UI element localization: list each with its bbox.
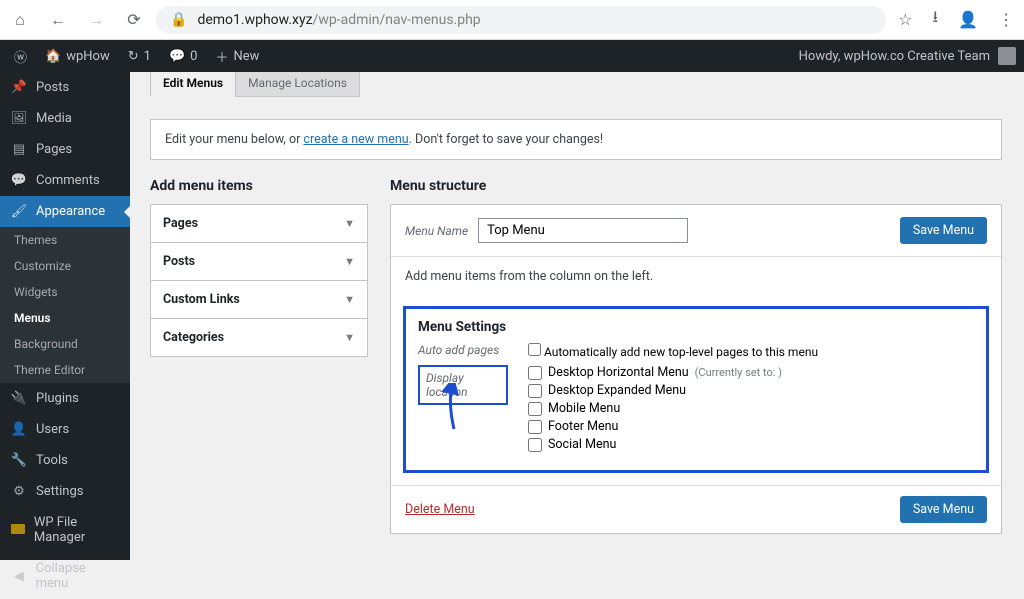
collapse-icon: ◀ bbox=[10, 569, 28, 584]
menu-settings-heading: Menu Settings bbox=[418, 319, 974, 335]
loc-desktop-horizontal[interactable]: Desktop Horizontal Menu (Currently set t… bbox=[528, 365, 782, 380]
url-host: demo1.wphow.xyz bbox=[197, 12, 312, 28]
chevron-down-icon: ▼ bbox=[344, 331, 355, 344]
sub-item-themeeditor[interactable]: Theme Editor bbox=[0, 357, 130, 383]
updates-icon[interactable]: ↻ 1 bbox=[122, 40, 157, 72]
loc-mobile[interactable]: Mobile Menu bbox=[528, 401, 782, 416]
user-icon: 👤 bbox=[10, 422, 28, 437]
delete-menu-link[interactable]: Delete Menu bbox=[405, 502, 475, 517]
loc-desktop-expanded[interactable]: Desktop Expanded Menu bbox=[528, 383, 782, 398]
comments-icon[interactable]: 💬 0 bbox=[163, 40, 204, 72]
comment-icon: 💬 bbox=[10, 173, 28, 188]
url-path: /wp-admin/nav-menus.php bbox=[313, 12, 481, 28]
new-link[interactable]: ＋ New bbox=[209, 40, 265, 72]
sidebar-item-wpfile[interactable]: WP File Manager bbox=[0, 507, 130, 553]
sliders-icon: ⚙ bbox=[10, 484, 28, 499]
avatar[interactable] bbox=[998, 47, 1016, 65]
menu-edit-frame: Menu Name Save Menu Add menu items from … bbox=[390, 204, 1002, 534]
wp-admin-sidebar: 📌Posts 🖼Media ▤Pages 💬Comments 🖌Appearan… bbox=[0, 72, 130, 560]
menu-body-hint: Add menu items from the column on the le… bbox=[391, 257, 1001, 302]
tab-edit-menus[interactable]: Edit Menus bbox=[150, 72, 236, 97]
reload-icon[interactable]: ⟳ bbox=[124, 10, 144, 30]
structure-heading: Menu structure bbox=[390, 178, 1002, 194]
back-icon[interactable]: ← bbox=[48, 10, 68, 30]
create-menu-link[interactable]: create a new menu bbox=[303, 132, 408, 147]
sub-item-widgets[interactable]: Widgets bbox=[0, 279, 130, 305]
site-link[interactable]: 🏠 wpHow bbox=[39, 40, 116, 72]
browser-toolbar: ⌂ ← → ⟳ 🔒 demo1.wphow.xyz/wp-admin/nav-m… bbox=[0, 0, 1024, 40]
chevron-down-icon: ▼ bbox=[344, 217, 355, 230]
appearance-submenu: Themes Customize Widgets Menus Backgroun… bbox=[0, 227, 130, 383]
add-items-heading: Add menu items bbox=[150, 178, 368, 194]
wp-content: Edit Menus Manage Locations Edit your me… bbox=[130, 72, 1024, 560]
auto-add-checkbox[interactable] bbox=[528, 343, 541, 356]
menu-footer: Delete Menu Save Menu bbox=[391, 485, 1001, 533]
menu-settings-highlight: Menu Settings Auto add pages Automatical… bbox=[403, 306, 989, 473]
profile-icon[interactable]: 👤 bbox=[958, 10, 978, 29]
menu-name-input[interactable] bbox=[478, 218, 688, 243]
wp-logo-icon[interactable]: ⓦ bbox=[8, 40, 33, 72]
sub-item-themes[interactable]: Themes bbox=[0, 227, 130, 253]
save-menu-button-bottom[interactable]: Save Menu bbox=[900, 496, 987, 523]
sub-item-background[interactable]: Background bbox=[0, 331, 130, 357]
auto-add-label: Auto add pages bbox=[418, 343, 508, 357]
menu-header: Menu Name Save Menu bbox=[391, 205, 1001, 257]
download-icon[interactable]: ⭳ bbox=[932, 6, 938, 33]
loc-social[interactable]: Social Menu bbox=[528, 437, 782, 452]
menu-structure-col: Menu structure Menu Name Save Menu Add m… bbox=[390, 178, 1002, 534]
sidebar-item-comments[interactable]: 💬Comments bbox=[0, 165, 130, 196]
add-items-accordion: Pages▼ Posts▼ Custom Links▼ Categories▼ bbox=[150, 204, 368, 357]
sidebar-item-pages[interactable]: ▤Pages bbox=[0, 134, 130, 165]
acc-pages[interactable]: Pages▼ bbox=[151, 205, 367, 243]
sidebar-item-tools[interactable]: 🔧Tools bbox=[0, 445, 130, 476]
sub-item-customize[interactable]: Customize bbox=[0, 253, 130, 279]
sidebar-item-media[interactable]: 🖼Media bbox=[0, 103, 130, 134]
sidebar-item-appearance[interactable]: 🖌Appearance bbox=[0, 196, 130, 227]
add-menu-items-col: Add menu items Pages▼ Posts▼ Custom Link… bbox=[150, 178, 368, 534]
star-icon[interactable]: ☆ bbox=[898, 10, 912, 29]
menu-dots-icon[interactable]: ⋮ bbox=[998, 10, 1014, 29]
auto-add-checkbox-row[interactable]: Automatically add new top-level pages to… bbox=[528, 343, 818, 359]
sidebar-item-users[interactable]: 👤Users bbox=[0, 414, 130, 445]
howdy-text[interactable]: Howdy, wpHow.co Creative Team bbox=[799, 49, 990, 64]
wrench-icon: 🔧 bbox=[10, 453, 28, 468]
lock-icon: 🔒 bbox=[170, 12, 187, 28]
save-menu-button-top[interactable]: Save Menu bbox=[900, 217, 987, 244]
sidebar-item-posts[interactable]: 📌Posts bbox=[0, 72, 130, 103]
nav-tabs: Edit Menus Manage Locations bbox=[150, 72, 1002, 97]
home-icon[interactable]: ⌂ bbox=[10, 10, 30, 30]
acc-posts[interactable]: Posts▼ bbox=[151, 243, 367, 281]
address-bar[interactable]: 🔒 demo1.wphow.xyz/wp-admin/nav-menus.php bbox=[156, 6, 886, 34]
plug-icon: 🔌 bbox=[10, 391, 28, 406]
display-location-list: Desktop Horizontal Menu (Currently set t… bbox=[528, 365, 782, 452]
display-location-label: Display location bbox=[418, 365, 508, 405]
page-icon: ▤ bbox=[10, 142, 28, 157]
sidebar-item-settings[interactable]: ⚙Settings bbox=[0, 476, 130, 507]
folder-icon bbox=[10, 523, 26, 538]
acc-categories[interactable]: Categories▼ bbox=[151, 319, 367, 356]
pin-icon: 📌 bbox=[10, 80, 28, 95]
media-icon: 🖼 bbox=[10, 111, 28, 126]
forward-icon: → bbox=[86, 10, 106, 30]
tab-manage-locations[interactable]: Manage Locations bbox=[235, 72, 360, 97]
loc-footer[interactable]: Footer Menu bbox=[528, 419, 782, 434]
brush-icon: 🖌 bbox=[10, 204, 28, 219]
sub-item-menus[interactable]: Menus bbox=[0, 305, 130, 331]
chevron-down-icon: ▼ bbox=[344, 293, 355, 306]
wp-admin-bar: ⓦ 🏠 wpHow ↻ 1 💬 0 ＋ New Howdy, wpHow.co … bbox=[0, 40, 1024, 72]
menu-name-label: Menu Name bbox=[405, 224, 468, 238]
edit-notice: Edit your menu below, or create a new me… bbox=[150, 119, 1002, 160]
acc-custom-links[interactable]: Custom Links▼ bbox=[151, 281, 367, 319]
chevron-down-icon: ▼ bbox=[344, 255, 355, 268]
sidebar-item-plugins[interactable]: 🔌Plugins bbox=[0, 383, 130, 414]
